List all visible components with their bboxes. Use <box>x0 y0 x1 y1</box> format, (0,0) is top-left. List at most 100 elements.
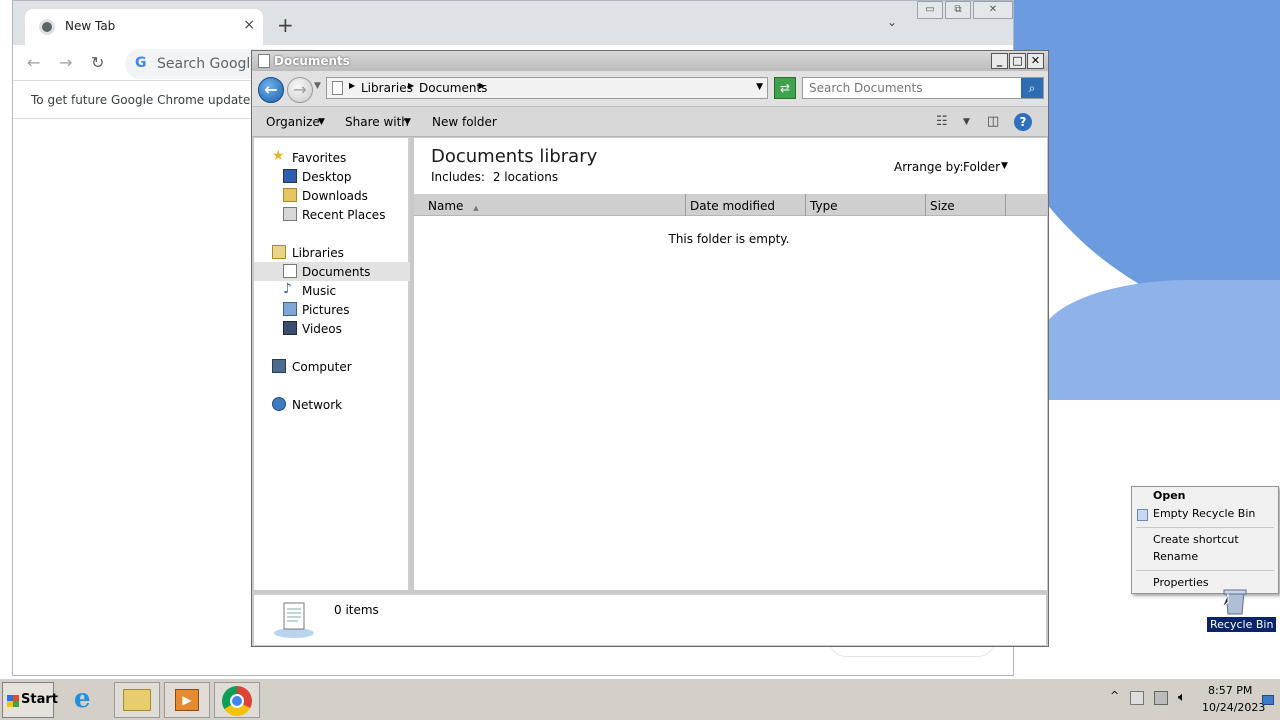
menu-item-open-label: Open <box>1153 489 1186 502</box>
nav-computer[interactable]: Computer <box>254 357 410 376</box>
chrome-tab-close-icon[interactable]: × <box>243 17 255 33</box>
breadcrumb-documents[interactable]: Documents <box>419 81 487 95</box>
explorer-titlebar[interactable]: Documents _ □ ✕ <box>252 51 1048 71</box>
nav-libraries[interactable]: Libraries <box>254 243 410 262</box>
column-header-size[interactable]: Size <box>926 194 1006 216</box>
chrome-reload-icon[interactable]: ↻ <box>91 53 104 72</box>
tray-network-icon[interactable] <box>1154 691 1168 705</box>
share-with-dropdown-icon[interactable]: ▼ <box>404 117 411 127</box>
menu-separator <box>1136 527 1274 528</box>
explorer-maximize-button[interactable]: □ <box>1009 53 1026 69</box>
refresh-button[interactable]: ⇄ <box>774 77 796 99</box>
history-dropdown-icon[interactable]: ▼ <box>314 81 321 91</box>
breadcrumb-chevron-icon[interactable]: ▶ <box>479 81 485 90</box>
change-view-icon[interactable]: ☷ <box>936 114 948 129</box>
chrome-minimize-button[interactable]: ▭ <box>917 1 943 19</box>
menu-item-properties-label: Properties <box>1153 576 1209 589</box>
tray-volume-icon[interactable]: 🔈︎ <box>1178 690 1186 705</box>
computer-icon <box>272 359 286 373</box>
explorer-minimize-button[interactable]: _ <box>991 53 1008 69</box>
start-button[interactable]: Start <box>2 682 58 718</box>
internet-explorer-icon: e <box>74 684 91 714</box>
chrome-maximize-button[interactable]: ⧉ <box>945 1 971 19</box>
explorer-window-controls: _ □ ✕ <box>990 53 1044 69</box>
sort-ascending-icon: ▲ <box>473 204 479 212</box>
nav-computer-label: Computer <box>292 360 352 374</box>
help-icon[interactable]: ? <box>1014 113 1032 131</box>
organize-button[interactable]: Organize <box>266 115 320 129</box>
search-icon[interactable]: ⌕ <box>1021 78 1043 98</box>
menu-item-properties[interactable]: Properties <box>1132 576 1278 593</box>
address-dropdown-icon[interactable]: ▼ <box>756 82 763 92</box>
network-icon <box>272 397 286 411</box>
nav-pictures-label: Pictures <box>302 303 350 317</box>
menu-item-open[interactable]: Open <box>1132 489 1278 506</box>
internet-explorer-taskbar-button[interactable]: e <box>64 682 110 718</box>
chrome-new-tab-button[interactable]: + <box>277 13 294 37</box>
arrange-by-label: Arrange by: <box>894 160 964 174</box>
windows-logo-icon <box>7 695 19 707</box>
nav-music[interactable]: ♪ Music <box>254 281 410 300</box>
chrome-close-button[interactable]: ✕ <box>973 1 1013 19</box>
nav-videos[interactable]: Videos <box>254 319 410 338</box>
address-bar[interactable]: ▶ Libraries ▶ Documents ▶ ▼ <box>326 77 768 99</box>
breadcrumb-chevron-icon[interactable]: ▶ <box>408 81 414 90</box>
menu-item-empty-recycle-bin[interactable]: Empty Recycle Bin <box>1132 507 1278 524</box>
nav-desktop[interactable]: Desktop <box>254 167 410 186</box>
column-header-type[interactable]: Type <box>806 194 926 216</box>
menu-item-create-shortcut-label: Create shortcut <box>1153 533 1239 546</box>
chrome-update-infobar-text: To get future Google Chrome updates, yo <box>31 93 279 107</box>
includes-label: Includes: <box>431 170 485 184</box>
recycle-bin-icon[interactable] <box>1220 588 1250 616</box>
desktop: New Tab × + ⌄ ▭ ⧉ ✕ ← → ↻ G Search Googl… <box>0 0 1280 680</box>
view-dropdown-icon[interactable]: ▼ <box>963 117 970 127</box>
menu-separator <box>1136 570 1274 571</box>
library-icon <box>332 81 343 95</box>
arrange-by-value[interactable]: Folder <box>963 160 1000 174</box>
explorer-close-button[interactable]: ✕ <box>1027 53 1044 69</box>
library-includes: Includes: 2 locations <box>431 170 558 184</box>
chrome-tab-new-tab[interactable]: New Tab × <box>25 9 263 45</box>
nav-pictures[interactable]: Pictures <box>254 300 410 319</box>
tray-expand-icon[interactable]: ^ <box>1110 689 1119 702</box>
preview-pane-icon[interactable]: ◫ <box>987 114 999 129</box>
show-desktop-icon[interactable] <box>1262 695 1274 705</box>
nav-recent-places[interactable]: Recent Places <box>254 205 410 224</box>
clock-date[interactable]: 10/24/2023 <box>1202 701 1265 714</box>
chrome-taskbar-button[interactable] <box>214 682 260 718</box>
nav-downloads[interactable]: Downloads <box>254 186 410 205</box>
forward-arrow-button[interactable]: → <box>287 77 313 103</box>
arrange-by-dropdown-icon[interactable]: ▼ <box>1001 161 1008 171</box>
explorer-title: Documents <box>274 54 350 68</box>
breadcrumb-root-chevron-icon[interactable]: ▶ <box>349 81 355 90</box>
breadcrumb-libraries[interactable]: Libraries <box>361 81 413 95</box>
search-input[interactable] <box>805 79 1019 97</box>
nav-documents[interactable]: Documents <box>254 262 410 281</box>
menu-item-create-shortcut[interactable]: Create shortcut <box>1132 533 1278 550</box>
menu-item-rename-label: Rename <box>1153 550 1199 563</box>
share-with-button[interactable]: Share with <box>345 115 409 129</box>
column-headers: Name ▲ Date modified Type Size <box>414 194 1047 216</box>
back-arrow-button[interactable]: ← <box>258 77 284 103</box>
chrome-forward-arrow-icon[interactable]: → <box>59 53 72 72</box>
column-header-name[interactable]: Name ▲ <box>414 194 686 216</box>
new-folder-button[interactable]: New folder <box>432 115 497 129</box>
tray-action-center-icon[interactable] <box>1130 691 1144 705</box>
nav-favorites-label: Favorites <box>292 151 347 165</box>
menu-item-empty-label: Empty Recycle Bin <box>1153 507 1256 520</box>
search-box[interactable]: ⌕ <box>802 77 1044 99</box>
content-pane: Documents library Includes: 2 locations … <box>414 138 1047 590</box>
nav-network[interactable]: Network <box>254 395 410 414</box>
details-pane: 0 items <box>254 593 1046 645</box>
menu-item-rename[interactable]: Rename <box>1132 550 1278 567</box>
organize-dropdown-icon[interactable]: ▼ <box>318 117 325 127</box>
chrome-tab-search-chevron-icon[interactable]: ⌄ <box>887 15 897 29</box>
clock-time[interactable]: 8:57 PM <box>1208 684 1252 697</box>
nav-favorites[interactable]: ★ Favorites <box>254 148 410 167</box>
recycle-bin-label[interactable]: Recycle Bin <box>1207 617 1277 632</box>
chrome-back-arrow-icon[interactable]: ← <box>27 53 40 72</box>
includes-locations-link[interactable]: 2 locations <box>493 170 558 184</box>
explorer-taskbar-button[interactable] <box>114 682 160 718</box>
column-header-date-modified[interactable]: Date modified <box>686 194 806 216</box>
media-player-taskbar-button[interactable]: ▶ <box>164 682 210 718</box>
